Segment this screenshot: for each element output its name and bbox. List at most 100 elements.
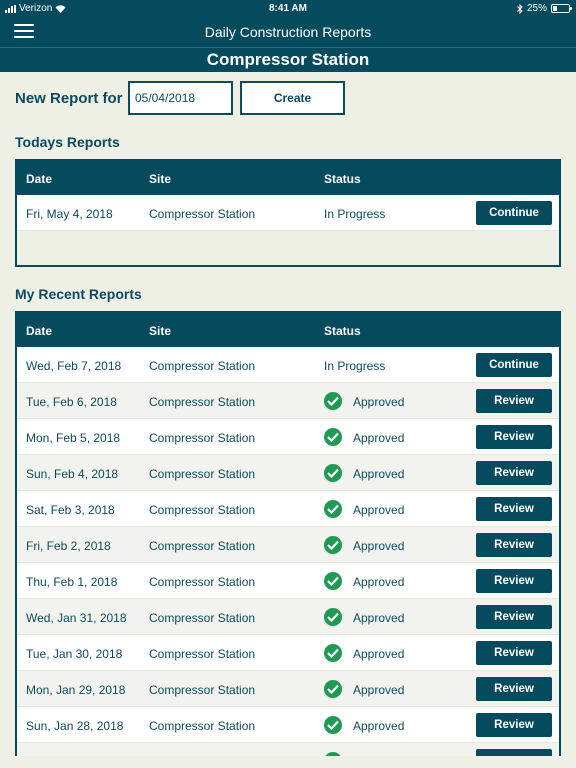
row-date: Mon, Jan 29, 2018 bbox=[26, 683, 126, 697]
row-date: Sun, Feb 4, 2018 bbox=[26, 467, 119, 481]
row-status: Approved bbox=[353, 611, 405, 625]
row-status: In Progress bbox=[324, 359, 386, 373]
table-row bbox=[17, 743, 559, 756]
report-date-input[interactable] bbox=[128, 81, 233, 115]
review-button[interactable]: Review bbox=[476, 641, 552, 665]
table-row: Mon, Jan 29, 2018 Compressor Station Appro… bbox=[17, 671, 559, 707]
row-status: Approved bbox=[353, 719, 405, 733]
todays-reports-title: Todays Reports bbox=[15, 134, 120, 150]
header-status: Status bbox=[324, 324, 361, 338]
row-date: Wed, Jan 31, 2018 bbox=[26, 611, 127, 625]
review-button[interactable] bbox=[476, 749, 552, 756]
review-button[interactable]: Review bbox=[476, 497, 552, 521]
row-date: Fri, May 4, 2018 bbox=[26, 207, 113, 221]
row-site: Compressor Station bbox=[149, 683, 256, 697]
header-date: Date bbox=[26, 172, 53, 186]
header-site: Site bbox=[149, 324, 172, 338]
row-status: In Progress bbox=[324, 207, 386, 221]
header-date: Date bbox=[26, 324, 53, 338]
row-site: Compressor Station bbox=[149, 503, 256, 517]
table-row: Wed, Feb 7, 2018 Compressor Station In Pro… bbox=[17, 347, 559, 383]
table-row: Mon, Feb 5, 2018 Compressor Station Approv… bbox=[17, 419, 559, 455]
row-site: Compressor Station bbox=[149, 539, 256, 553]
row-site: Compressor Station bbox=[149, 359, 256, 373]
empty-row bbox=[17, 231, 559, 265]
review-button[interactable]: Review bbox=[476, 677, 552, 701]
review-button[interactable]: Review bbox=[476, 533, 552, 557]
continue-button[interactable]: Continue bbox=[476, 353, 552, 377]
check-circle-icon bbox=[324, 464, 342, 482]
table-row: Tue, Feb 6, 2018 Compressor Station Approv… bbox=[17, 383, 559, 419]
row-date: Tue, Jan 30, 2018 bbox=[26, 647, 123, 661]
check-circle-icon bbox=[324, 644, 342, 662]
row-status: Approved bbox=[353, 575, 405, 589]
row-status: Approved bbox=[353, 647, 405, 661]
table-header: Date Site Status bbox=[17, 313, 559, 347]
row-site: Compressor Station bbox=[149, 431, 256, 445]
check-circle-icon bbox=[324, 500, 342, 518]
new-report-label: New Report for bbox=[15, 90, 123, 107]
review-button[interactable]: Review bbox=[476, 605, 552, 629]
app-title: Daily Construction Reports bbox=[204, 24, 372, 40]
row-status: Approved bbox=[353, 431, 405, 445]
row-date: Sun, Jan 28, 2018 bbox=[26, 719, 124, 733]
check-circle-icon bbox=[324, 392, 342, 410]
row-site: Compressor Station bbox=[149, 467, 256, 481]
check-circle-icon bbox=[324, 428, 342, 446]
row-status: Approved bbox=[353, 503, 405, 517]
row-date: Mon, Feb 5, 2018 bbox=[26, 431, 121, 445]
battery-percent: 25% bbox=[526, 3, 547, 14]
row-site: Compressor Station bbox=[149, 395, 256, 409]
row-status: Approved bbox=[353, 395, 405, 409]
row-site: Compressor Station bbox=[149, 575, 256, 589]
check-circle-icon bbox=[324, 536, 342, 554]
bluetooth-icon bbox=[517, 3, 523, 14]
header-site: Site bbox=[149, 172, 172, 186]
table-row: Sun, Feb 4, 2018 Compressor Station Approv… bbox=[17, 455, 559, 491]
create-button[interactable]: Create bbox=[240, 81, 345, 115]
nav-bar: Daily Construction Reports bbox=[0, 17, 576, 48]
review-button[interactable]: Review bbox=[476, 389, 552, 413]
table-row: Thu, Feb 1, 2018 Compressor Station Approv… bbox=[17, 563, 559, 599]
table-header: Date Site Status bbox=[17, 161, 559, 195]
todays-reports-table: Date Site Status Fri, May 4, 2018 Compres… bbox=[15, 159, 561, 267]
row-date: Tue, Feb 6, 2018 bbox=[26, 395, 117, 409]
clock: 8:41 AM bbox=[269, 3, 307, 14]
row-status: Approved bbox=[353, 539, 405, 553]
station-title: Compressor Station bbox=[206, 50, 370, 69]
check-circle-icon bbox=[324, 716, 342, 734]
row-site: Compressor Station bbox=[149, 719, 256, 733]
check-circle-icon bbox=[324, 572, 342, 590]
check-circle-icon bbox=[324, 752, 342, 756]
header-status: Status bbox=[324, 172, 361, 186]
review-button[interactable]: Review bbox=[476, 425, 552, 449]
station-header: Compressor Station bbox=[0, 48, 576, 72]
battery-info: 25% bbox=[517, 3, 572, 14]
table-row: Sat, Feb 3, 2018 Compressor Station Approv… bbox=[17, 491, 559, 527]
row-status: Approved bbox=[353, 467, 405, 481]
row-date: Fri, Feb 2, 2018 bbox=[26, 539, 111, 553]
table-row: Sun, Jan 28, 2018 Compressor Station Appro… bbox=[17, 707, 559, 743]
row-site: Compressor Station bbox=[149, 611, 256, 625]
row-status: Approved bbox=[353, 683, 405, 697]
recent-reports-title: My Recent Reports bbox=[15, 286, 142, 302]
check-circle-icon bbox=[324, 680, 342, 698]
check-circle-icon bbox=[324, 608, 342, 626]
review-button[interactable]: Review bbox=[476, 569, 552, 593]
row-date: Wed, Feb 7, 2018 bbox=[26, 359, 122, 373]
status-bar: Verizon 8:41 AM 25% bbox=[0, 0, 576, 17]
new-report-form: New Report for Create bbox=[15, 81, 355, 115]
table-row: Wed, Jan 31, 2018 Compressor Station Appro… bbox=[17, 599, 559, 635]
review-button[interactable]: Review bbox=[476, 713, 552, 737]
battery-icon bbox=[551, 4, 572, 13]
table-row: Tue, Jan 30, 2018 Compressor Station Appro… bbox=[17, 635, 559, 671]
row-date: Thu, Feb 1, 2018 bbox=[26, 575, 118, 589]
table-row: Fri, May 4, 2018 Compressor Station In Pro… bbox=[17, 195, 559, 231]
table-row: Fri, Feb 2, 2018 Compressor Station Approv… bbox=[17, 527, 559, 563]
row-date: Sat, Feb 3, 2018 bbox=[26, 503, 115, 517]
row-site: Compressor Station bbox=[149, 647, 256, 661]
continue-button[interactable]: Continue bbox=[476, 201, 552, 225]
review-button[interactable]: Review bbox=[476, 461, 552, 485]
row-site: Compressor Station bbox=[149, 207, 256, 221]
recent-reports-table: Date Site Status Wed, Feb 7, 2018 Compres… bbox=[15, 311, 561, 756]
